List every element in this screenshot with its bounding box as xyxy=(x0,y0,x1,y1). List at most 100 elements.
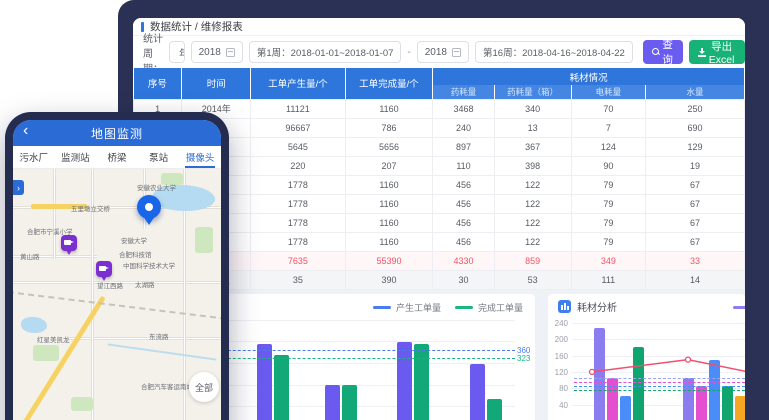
table-cell: 1160 xyxy=(345,232,433,251)
table-cell: 122 xyxy=(494,175,571,194)
table-cell: 67 xyxy=(645,194,744,213)
selected-camera-pin[interactable] xyxy=(137,195,161,219)
table-cell: 690 xyxy=(645,118,744,137)
table-cell: 250 xyxy=(645,99,744,118)
phone-tab-污水厂[interactable]: 污水厂 xyxy=(13,146,55,168)
breadcrumb: 数据统计 / 维修报表 xyxy=(150,19,243,34)
table-cell: 67 xyxy=(645,213,744,232)
table-subheader-cell: 药耗量 xyxy=(433,85,494,99)
map-label: 红星美凯龙 xyxy=(37,334,70,344)
legend-line xyxy=(373,306,391,309)
back-icon[interactable]: ‹ xyxy=(23,122,28,140)
filter-bar: 统计周期： 年季月周日 2018 第1周：2018-01-01~2018-01-… xyxy=(133,37,745,67)
phone-tab-摄像头[interactable]: 摄像头 xyxy=(179,146,221,168)
table-cell: 349 xyxy=(571,251,645,270)
legend-item[interactable]: 完成工单量 xyxy=(455,301,523,314)
phone-tab-泵站[interactable]: 泵站 xyxy=(138,146,180,168)
chart-legend: 产生工单量 完成工单量 xyxy=(373,301,523,314)
table-cell: 79 xyxy=(571,175,645,194)
map-label: 中国科学技术大学 xyxy=(123,260,175,270)
table-cell: 96667 xyxy=(251,118,346,137)
map-all-button[interactable]: 全部 xyxy=(189,372,219,402)
table-cell: 19 xyxy=(645,156,744,175)
camera-pin[interactable] xyxy=(61,235,77,251)
table-header-cell: 工单完成量/个 xyxy=(345,68,433,99)
phone-tab-桥梁[interactable]: 桥梁 xyxy=(96,146,138,168)
map-railway xyxy=(13,291,221,321)
consumables-chart-card: 耗材分析 2402001601208040 xyxy=(548,294,745,420)
table-cell: 1778 xyxy=(251,232,346,251)
map-park xyxy=(33,345,59,361)
map-label: 安徽大学 xyxy=(121,235,147,245)
end-week-input[interactable]: 第16周：2018-04-16~2018-04-22 xyxy=(475,41,633,63)
phone-tab-bar: 污水厂监测站桥梁泵站摄像头 xyxy=(13,146,221,169)
table-cell: 5656 xyxy=(345,137,433,156)
table-cell: 786 xyxy=(345,118,433,137)
map-label: 安徽农业大学 xyxy=(137,182,176,192)
table-subheader-cell: 水量 xyxy=(645,85,744,99)
table-header-cell: 序号 xyxy=(134,68,182,99)
camera-icon xyxy=(145,203,153,211)
table-cell: 367 xyxy=(494,137,571,156)
table-cell: 33 xyxy=(645,251,744,270)
table-cell: 456 xyxy=(433,232,494,251)
map-road xyxy=(53,169,56,259)
calendar-icon xyxy=(452,48,461,57)
bar xyxy=(487,399,502,420)
period-option-年[interactable]: 年 xyxy=(170,42,185,62)
download-icon xyxy=(698,48,703,57)
legend-label: 完成工单量 xyxy=(478,301,523,314)
map-expander-button[interactable]: › xyxy=(13,180,24,195)
table-cell: 1160 xyxy=(345,99,433,118)
bar xyxy=(274,355,289,420)
table-cell: 13 xyxy=(494,118,571,137)
legend-item[interactable]: 产生工单量 xyxy=(373,301,441,314)
period-segmented-control: 年季月周日 xyxy=(169,41,185,63)
table-subheader-cell: 电耗量 xyxy=(571,85,645,99)
table-cell: 111 xyxy=(571,270,645,289)
table-cell: 122 xyxy=(494,194,571,213)
range-separator: - xyxy=(407,47,410,58)
map-view[interactable]: › 安徽农业大学五里墩立交桥合肥市宁溪小学安徽大学黄山路合肥科技馆中国科学技术大… xyxy=(13,169,221,420)
table-cell: 398 xyxy=(494,156,571,175)
map-lake xyxy=(21,317,47,333)
phone-header: ‹ 地图监测 xyxy=(13,120,221,146)
table-cell: 220 xyxy=(251,156,346,175)
table-cell: 340 xyxy=(494,99,571,118)
export-excel-button[interactable]: 导出Excel xyxy=(689,40,745,64)
bar xyxy=(257,344,272,420)
map-label: 合肥科技馆 xyxy=(119,249,152,259)
table-cell: 124 xyxy=(571,137,645,156)
legend-label: 产生工单量 xyxy=(396,301,441,314)
table-cell: 456 xyxy=(433,213,494,232)
table-subheader-cell: 药耗量（箱） xyxy=(494,85,571,99)
start-year-select[interactable]: 2018 xyxy=(191,41,243,63)
table-cell: 1778 xyxy=(251,213,346,232)
phone-mockup: ‹ 地图监测 污水厂监测站桥梁泵站摄像头 xyxy=(5,112,229,420)
phone-tab-监测站[interactable]: 监测站 xyxy=(55,146,97,168)
table-cell: 122 xyxy=(494,213,571,232)
table-cell: 456 xyxy=(433,175,494,194)
table-cell: 122 xyxy=(494,232,571,251)
end-year-select[interactable]: 2018 xyxy=(417,41,469,63)
camera-icon xyxy=(99,266,106,271)
table-cell: 897 xyxy=(433,137,494,156)
map-label: 东流路 xyxy=(149,331,169,341)
table-cell: 390 xyxy=(345,270,433,289)
camera-pin[interactable] xyxy=(96,261,112,277)
start-week-input[interactable]: 第1周：2018-01-01~2018-01-07 xyxy=(249,41,402,63)
table-cell: 79 xyxy=(571,232,645,251)
table-cell: 5645 xyxy=(251,137,346,156)
table-cell: 7 xyxy=(571,118,645,137)
table-header-cell: 工单产生量/个 xyxy=(251,68,346,99)
table-cell: 240 xyxy=(433,118,494,137)
search-button[interactable]: 查询 xyxy=(643,40,684,64)
calendar-icon xyxy=(226,48,235,57)
search-icon xyxy=(652,48,657,56)
map-label: 黄山路 xyxy=(20,251,40,261)
map-label: 合肥汽车客运南站 xyxy=(141,381,193,391)
table-cell: 1160 xyxy=(345,194,433,213)
table-cell: 129 xyxy=(645,137,744,156)
table-cell: 1778 xyxy=(251,194,346,213)
breadcrumb-bar: 数据统计 / 维修报表 xyxy=(133,18,745,36)
